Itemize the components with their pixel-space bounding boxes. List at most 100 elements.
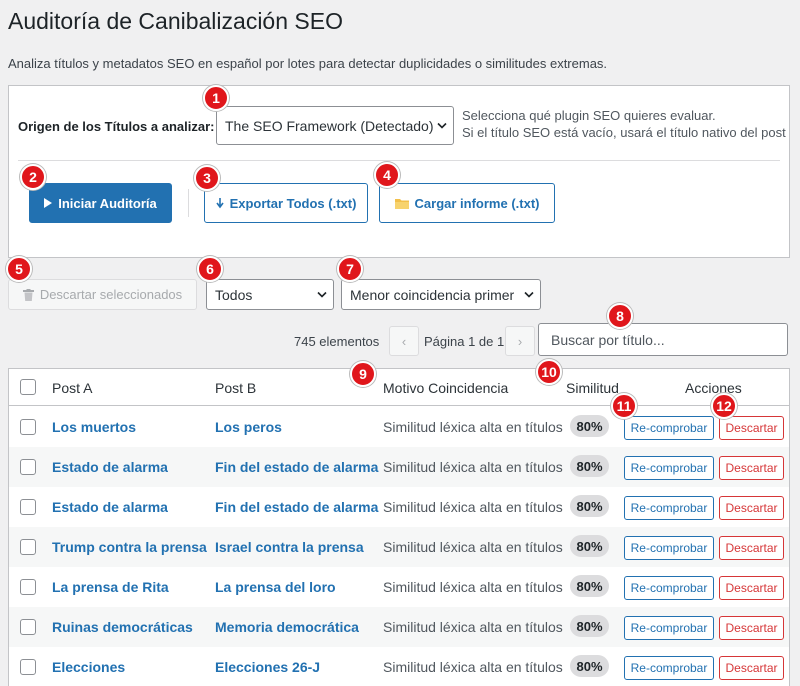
column-post-b[interactable]: Post B xyxy=(215,380,256,396)
row-checkbox[interactable] xyxy=(20,499,36,515)
row-checkbox[interactable] xyxy=(20,619,36,635)
post-a-link[interactable]: Elecciones xyxy=(52,659,125,675)
recheck-button[interactable]: Re-comprobar xyxy=(624,496,714,520)
post-a-link[interactable]: Trump contra la prensa xyxy=(52,539,207,555)
export-all-button[interactable]: Exportar Todos (.txt) xyxy=(204,183,368,223)
items-count: 745 elementos xyxy=(294,334,380,349)
table-row: Los muertos Los peros Similitud léxica alt… xyxy=(9,407,789,447)
callout-marker: 11 xyxy=(611,393,637,419)
match-reason: Similitud léxica alta en títulos xyxy=(383,499,563,515)
table-header: Post A Post B Motivo Coincidencia Simili… xyxy=(9,369,789,406)
callout-marker: 4 xyxy=(374,162,400,188)
callout-marker: 8 xyxy=(607,303,633,329)
callout-marker: 9 xyxy=(350,361,376,387)
origin-label: Origen de los Títulos a analizar: xyxy=(18,119,215,134)
match-reason: Similitud léxica alta en títulos xyxy=(383,539,563,555)
start-audit-button[interactable]: Iniciar Auditoría xyxy=(29,183,172,223)
discard-button[interactable]: Descartar xyxy=(719,616,784,640)
discard-button[interactable]: Descartar xyxy=(719,416,784,440)
match-reason: Similitud léxica alta en títulos xyxy=(383,579,563,595)
load-report-button[interactable]: Cargar informe (.txt) xyxy=(379,183,555,223)
status-filter-value: Todos xyxy=(215,286,253,303)
discard-selected-button[interactable]: Descartar seleccionados xyxy=(8,279,197,310)
column-actions: Acciones xyxy=(685,380,742,396)
chevron-down-icon xyxy=(317,291,327,298)
post-b-link[interactable]: Memoria democrática xyxy=(215,619,359,635)
chevron-left-icon: ‹ xyxy=(401,333,407,349)
origin-select[interactable]: The SEO Framework (Detectado) xyxy=(216,106,454,145)
discard-button[interactable]: Descartar xyxy=(719,456,784,480)
table-row: Estado de alarma Fin del estado de alarma… xyxy=(9,447,789,487)
play-icon xyxy=(44,198,53,208)
discard-button[interactable]: Descartar xyxy=(719,576,784,600)
results-table: Post A Post B Motivo Coincidencia Simili… xyxy=(8,368,790,686)
column-post-a[interactable]: Post A xyxy=(52,380,92,396)
recheck-button[interactable]: Re-comprobar xyxy=(624,456,714,480)
page-description: Analiza títulos y metadatos SEO en españ… xyxy=(8,56,608,71)
export-all-label: Exportar Todos (.txt) xyxy=(229,195,357,211)
post-a-link[interactable]: La prensa de Rita xyxy=(52,579,169,595)
callout-marker: 5 xyxy=(6,256,32,282)
post-b-link[interactable]: Israel contra la prensa xyxy=(215,539,364,555)
recheck-button[interactable]: Re-comprobar xyxy=(624,656,714,680)
column-reason[interactable]: Motivo Coincidencia xyxy=(383,380,508,396)
callout-marker: 1 xyxy=(203,85,229,111)
similarity-badge: 80% xyxy=(570,615,609,637)
select-all-checkbox[interactable] xyxy=(20,379,36,395)
similarity-badge: 80% xyxy=(570,415,609,437)
discard-button[interactable]: Descartar xyxy=(719,536,784,560)
match-reason: Similitud léxica alta en títulos xyxy=(383,659,563,675)
recheck-button[interactable]: Re-comprobar xyxy=(624,536,714,560)
similarity-badge: 80% xyxy=(570,455,609,477)
origin-help-line-2: Si el título SEO está vacío, usará el tí… xyxy=(462,125,786,140)
order-select-value: Menor coincidencia primer xyxy=(350,286,515,303)
button-separator xyxy=(188,189,189,217)
row-checkbox[interactable] xyxy=(20,539,36,555)
post-a-link[interactable]: Los muertos xyxy=(52,419,136,435)
callout-marker: 7 xyxy=(337,256,363,282)
callout-marker: 6 xyxy=(197,256,223,282)
row-checkbox[interactable] xyxy=(20,579,36,595)
discard-selected-label: Descartar seleccionados xyxy=(39,287,183,302)
origin-help-text: Selecciona qué plugin SEO quieres evalua… xyxy=(462,107,786,141)
trash-icon xyxy=(22,288,34,301)
match-reason: Similitud léxica alta en títulos xyxy=(383,619,563,635)
load-report-label: Cargar informe (.txt) xyxy=(414,195,540,211)
row-checkbox[interactable] xyxy=(20,419,36,435)
order-select[interactable]: Menor coincidencia primer xyxy=(341,279,541,310)
post-b-link[interactable]: Los peros xyxy=(215,419,282,435)
similarity-badge: 80% xyxy=(570,535,609,557)
search-input[interactable] xyxy=(538,323,788,356)
folder-icon xyxy=(394,198,409,209)
start-audit-label: Iniciar Auditoría xyxy=(58,195,157,211)
recheck-button[interactable]: Re-comprobar xyxy=(624,576,714,600)
chevron-right-icon: › xyxy=(517,333,523,349)
recheck-button[interactable]: Re-comprobar xyxy=(624,416,714,440)
post-b-link[interactable]: Elecciones 26-J xyxy=(215,659,320,675)
row-checkbox[interactable] xyxy=(20,459,36,475)
origin-select-value: The SEO Framework (Detectado) xyxy=(225,117,434,134)
chevron-down-icon xyxy=(437,122,447,129)
match-reason: Similitud léxica alta en títulos xyxy=(383,419,563,435)
post-b-link[interactable]: La prensa del loro xyxy=(215,579,336,595)
next-page-button[interactable]: › xyxy=(505,326,535,356)
table-row: Estado de alarma Fin del estado de alarma… xyxy=(9,487,789,527)
similarity-badge: 80% xyxy=(570,655,609,677)
table-row: Elecciones Elecciones 26-J Similitud léxic… xyxy=(9,647,789,686)
post-a-link[interactable]: Estado de alarma xyxy=(52,499,168,515)
match-reason: Similitud léxica alta en títulos xyxy=(383,459,563,475)
prev-page-button[interactable]: ‹ xyxy=(389,326,419,356)
post-b-link[interactable]: Fin del estado de alarma xyxy=(215,499,378,515)
recheck-button[interactable]: Re-comprobar xyxy=(624,616,714,640)
column-similarity[interactable]: Similitud xyxy=(566,380,619,396)
chevron-down-icon xyxy=(524,291,534,298)
discard-button[interactable]: Descartar xyxy=(719,656,784,680)
page-indicator: Página 1 de 1 xyxy=(424,334,505,349)
post-a-link[interactable]: Ruinas democráticas xyxy=(52,619,193,635)
post-a-link[interactable]: Estado de alarma xyxy=(52,459,168,475)
discard-button[interactable]: Descartar xyxy=(719,496,784,520)
status-filter-select[interactable]: Todos xyxy=(206,279,334,310)
panel-divider xyxy=(18,160,780,161)
row-checkbox[interactable] xyxy=(20,659,36,675)
post-b-link[interactable]: Fin del estado de alarma xyxy=(215,459,378,475)
